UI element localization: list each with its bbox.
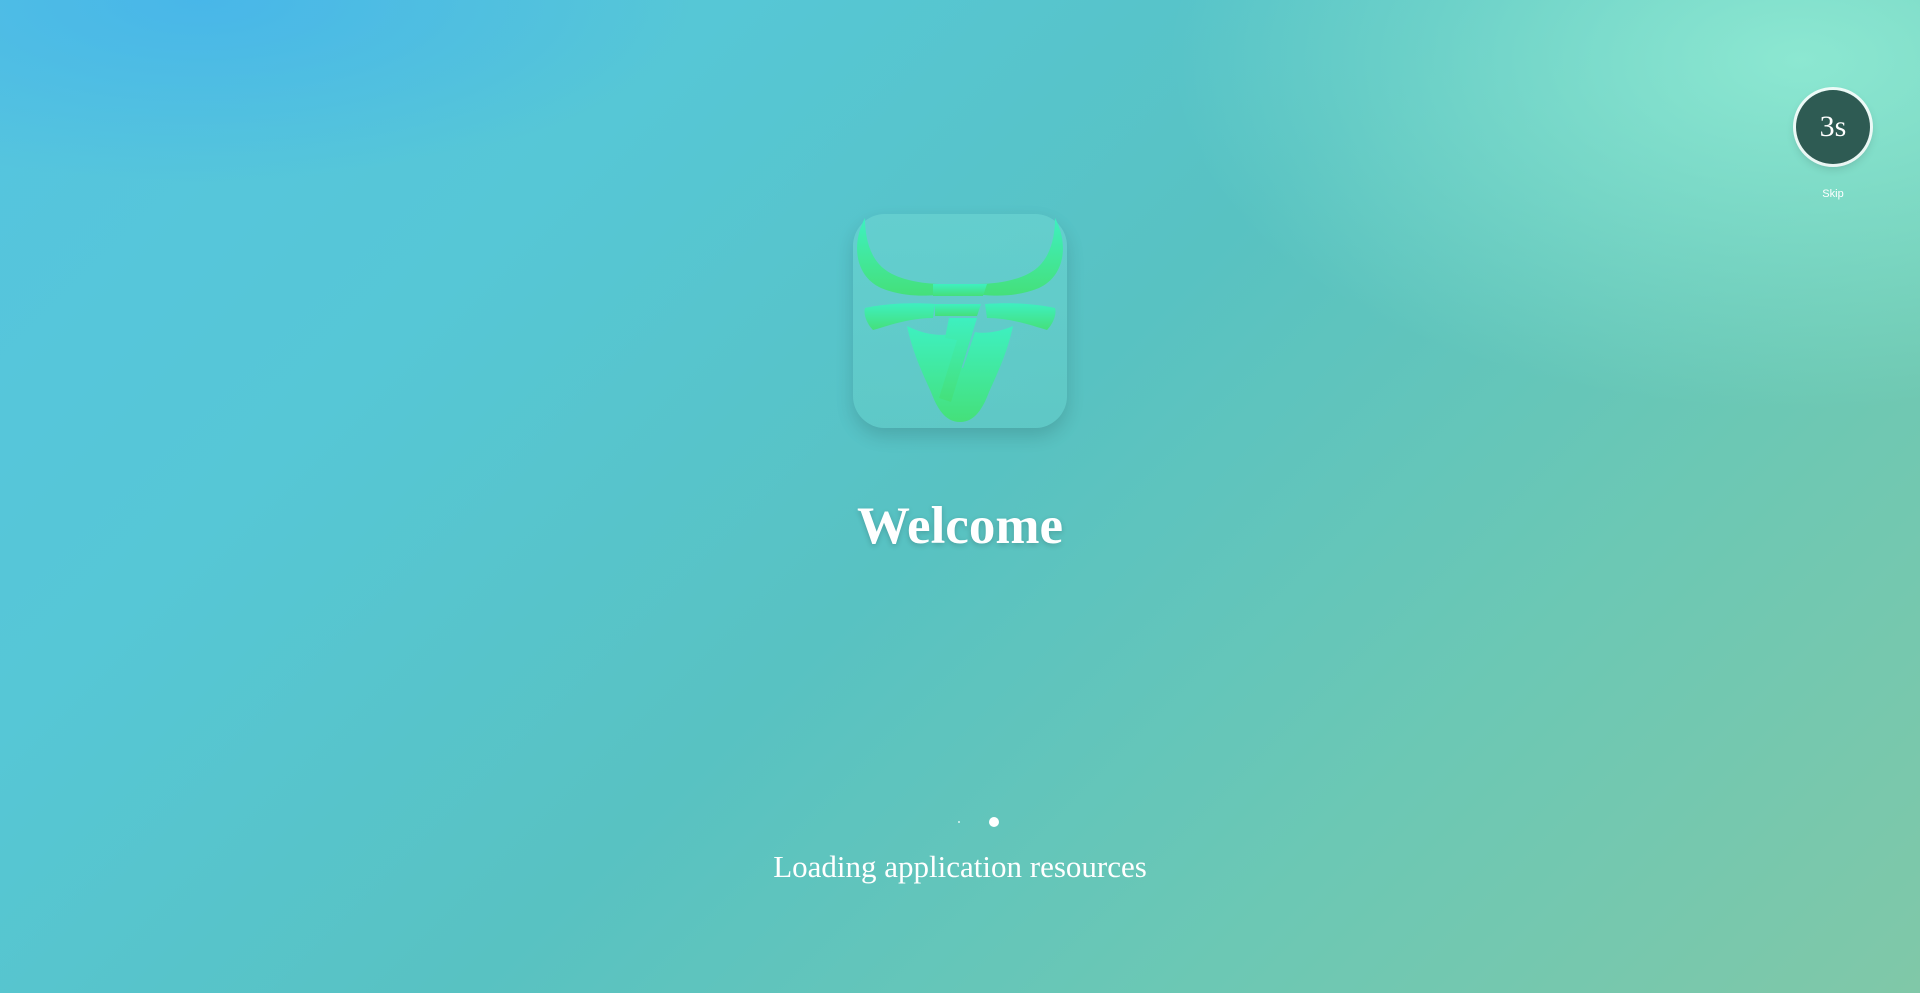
countdown-label: 3s bbox=[1819, 110, 1847, 143]
loading-indicator bbox=[940, 815, 1000, 829]
welcome-title: Welcome bbox=[856, 497, 1064, 555]
bull-rupee-icon bbox=[857, 218, 1063, 422]
app-logo bbox=[853, 214, 1067, 428]
countdown-timer-button[interactable]: 3s bbox=[1796, 90, 1870, 164]
loading-dot bbox=[958, 821, 960, 823]
loading-message: Loading application resources bbox=[773, 849, 1147, 884]
skip-button[interactable]: Skip bbox=[1796, 188, 1870, 200]
loading-dot-active bbox=[989, 817, 999, 827]
